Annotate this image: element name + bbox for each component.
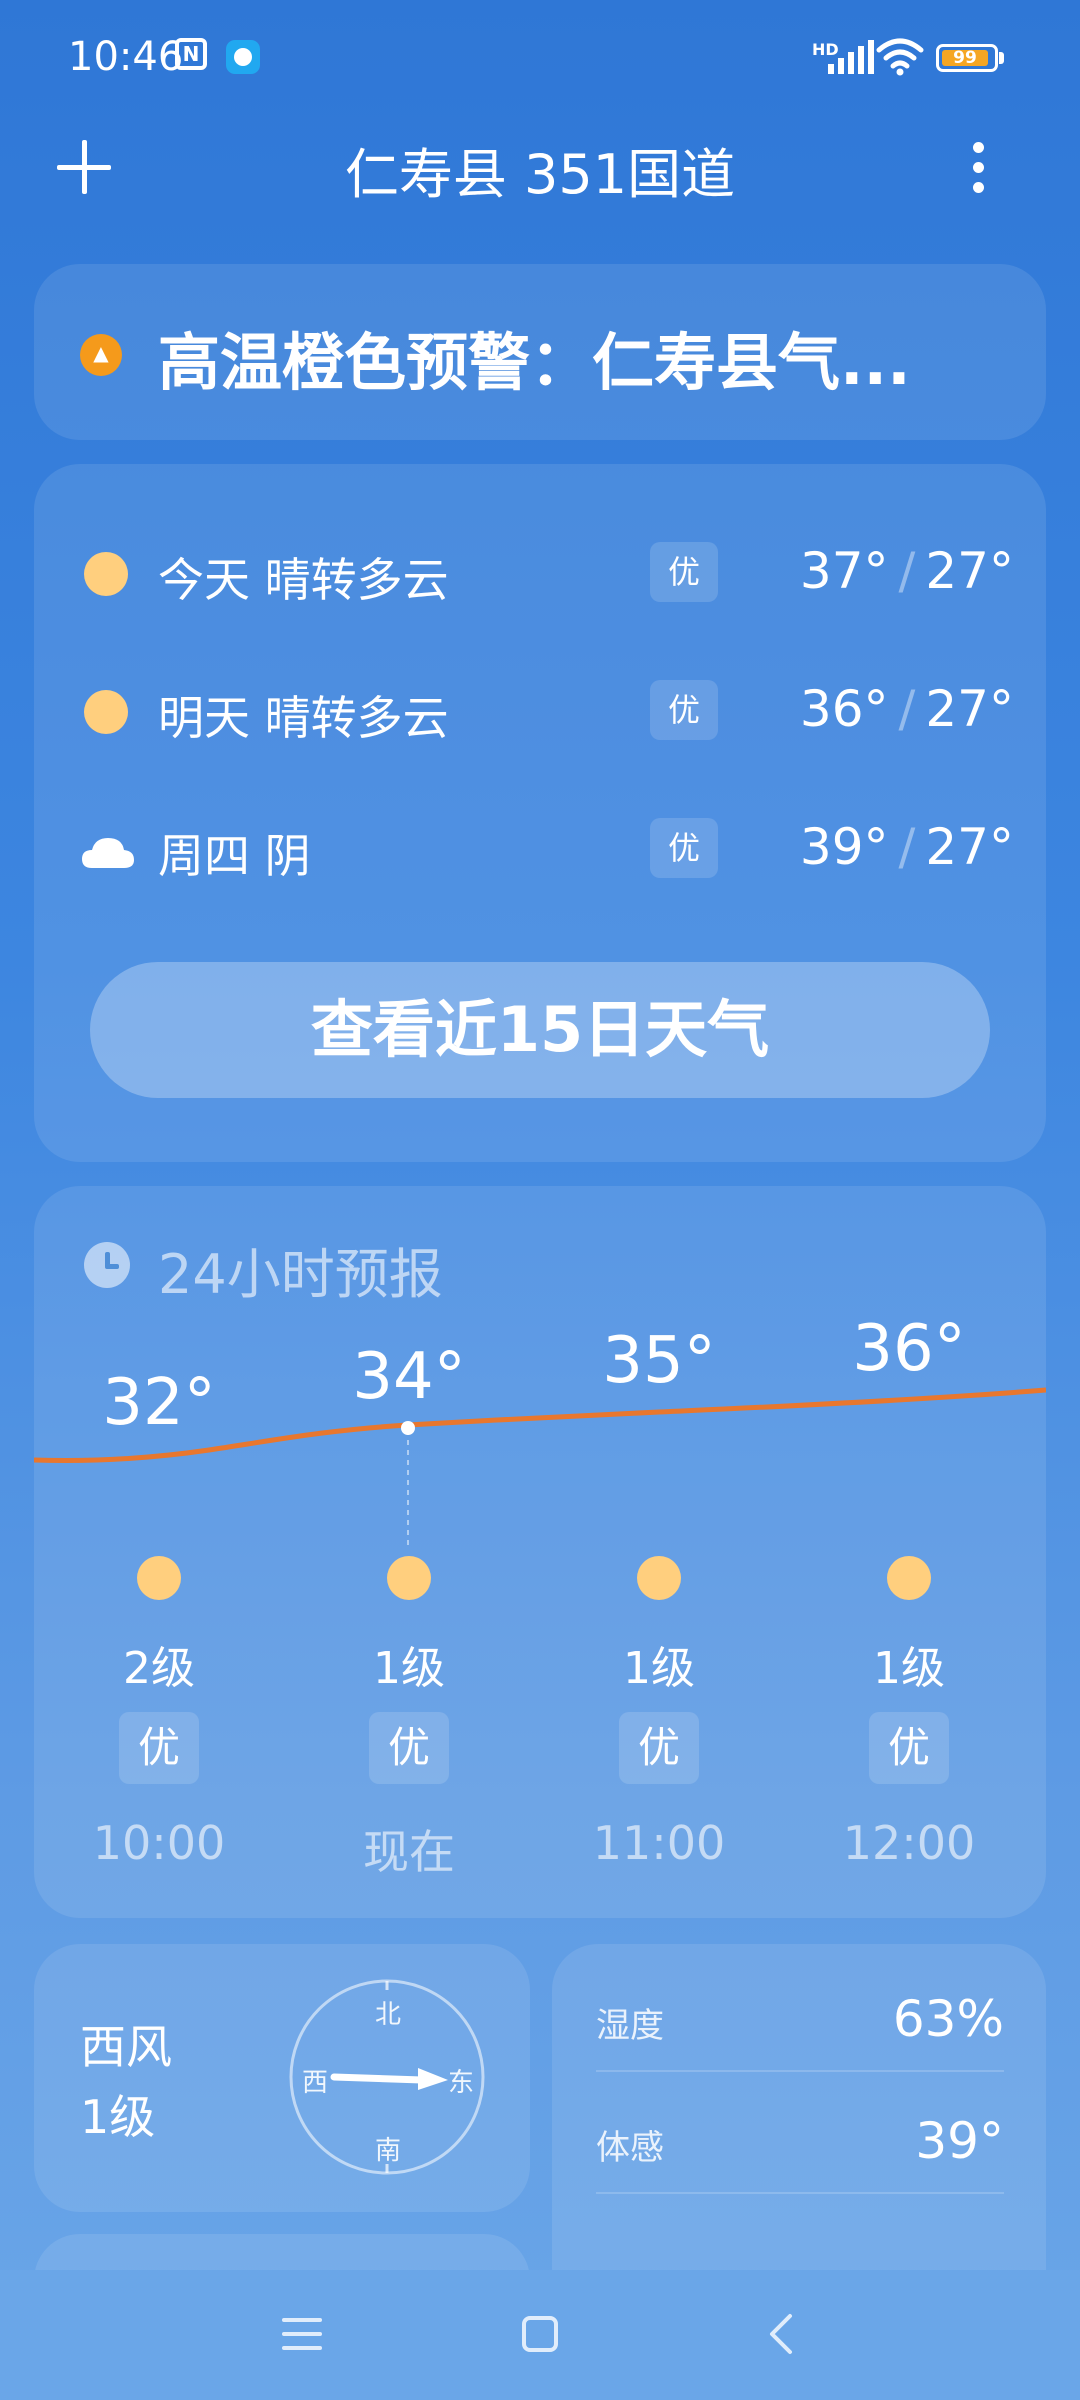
daily-row-thursday[interactable]: 周四 阴 优 39°/27°	[34, 808, 1046, 888]
aqi-badge: 优	[369, 1712, 449, 1784]
temp-low: 27°	[925, 542, 1014, 600]
temp-low: 27°	[925, 680, 1014, 738]
hour-time: 12:00	[842, 1816, 976, 1870]
compass-south: 南	[375, 2136, 402, 2166]
hour-wind: 1级	[873, 1643, 945, 1694]
day-temps: 37°/27°	[800, 542, 1014, 600]
notification-app-icon	[226, 40, 260, 74]
hour-time-col: 11:00	[534, 1816, 784, 1870]
hourly-title: 24小时预报	[158, 1243, 443, 1306]
hour-wind: 2级	[123, 1643, 195, 1694]
hour-temp-col: 32°	[34, 1366, 284, 1440]
compass: 北 南 西 东	[288, 1978, 486, 2176]
hour-time-col: 12:00	[784, 1816, 1034, 1870]
day-label: 周四 阴	[158, 829, 311, 883]
hour-temp: 32°	[102, 1366, 216, 1440]
daily-row-today[interactable]: 今天 晴转多云 优 37°/27°	[34, 532, 1046, 612]
hour-temp: 34°	[352, 1340, 466, 1414]
day-label: 今天 晴转多云	[158, 553, 449, 607]
detail-value: 39°	[915, 2112, 1004, 2170]
compass-north: 北	[375, 2000, 402, 2030]
hour-time: 10:00	[92, 1816, 226, 1870]
sun-icon	[84, 690, 128, 734]
aqi-badge: 优	[619, 1712, 699, 1784]
compass-west: 西	[302, 2068, 329, 2098]
battery-level: 99	[942, 50, 988, 67]
aqi-badge: 优	[650, 680, 718, 740]
hour-wind: 1级	[623, 1643, 695, 1694]
temp-high: 36°	[799, 680, 889, 738]
view-15-day-button[interactable]: 查看近15日天气	[90, 962, 990, 1098]
temp-high: 37°	[799, 542, 889, 600]
hour-wind-col: 1级	[784, 1632, 1034, 1696]
hour-wind-col: 1级	[284, 1632, 534, 1696]
hour-temp-col: 35°	[534, 1324, 784, 1398]
detail-label: 体感	[596, 2128, 664, 2168]
aqi-badge: 优	[869, 1712, 949, 1784]
more-vertical-icon[interactable]	[958, 138, 1002, 198]
temp-separator: /	[898, 818, 916, 876]
aqi-badge: 优	[650, 818, 718, 878]
hour-wind-col: 2级	[34, 1632, 284, 1696]
detail-label: 湿度	[596, 2006, 664, 2046]
battery-icon: 99	[936, 44, 998, 72]
day-temps: 36°/27°	[800, 680, 1014, 738]
aqi-badge: 优	[650, 542, 718, 602]
hour-time-col: 10:00	[34, 1816, 284, 1870]
detail-row-feels-like: 体感 39°	[596, 2084, 1004, 2194]
wind-direction: 西风	[80, 2020, 172, 2074]
alert-text[interactable]: 高温橙色预警：仁寿县气...	[158, 312, 978, 402]
sun-icon	[887, 1556, 931, 1600]
menu-icon[interactable]	[282, 2316, 322, 2352]
temp-high: 39°	[799, 818, 889, 876]
signal-icon	[828, 40, 874, 74]
home-icon[interactable]	[522, 2316, 558, 2352]
hour-temp: 35°	[602, 1324, 716, 1398]
temp-separator: /	[898, 542, 916, 600]
sun-icon	[84, 552, 128, 596]
hour-temp: 36°	[852, 1312, 966, 1386]
detail-row-humidity: 湿度 63%	[596, 1962, 1004, 2072]
divider	[596, 2192, 1004, 2194]
page-title: 仁寿县 351国道	[344, 143, 736, 206]
hour-wind-col: 1级	[534, 1632, 784, 1696]
sun-icon	[637, 1556, 681, 1600]
wind-level: 1级	[80, 2090, 156, 2144]
day-temps: 39°/27°	[800, 818, 1014, 876]
hour-time: 11:00	[592, 1816, 726, 1870]
compass-east: 东	[448, 2068, 475, 2098]
wind-text: 西风 1级	[80, 2012, 172, 2152]
nfc-icon: N	[175, 38, 207, 70]
hour-wind: 1级	[373, 1643, 445, 1694]
clock-icon	[84, 1242, 130, 1288]
alert-up-arrow-icon	[80, 334, 122, 376]
hour-time-col: 现在	[284, 1816, 534, 1882]
day-label: 明天 晴转多云	[158, 691, 449, 745]
divider	[596, 2070, 1004, 2072]
sun-icon	[387, 1556, 431, 1600]
temp-separator: /	[898, 680, 916, 738]
aqi-badge: 优	[119, 1712, 199, 1784]
daily-row-tomorrow[interactable]: 明天 晴转多云 优 36°/27°	[34, 670, 1046, 750]
back-icon[interactable]	[762, 2312, 802, 2356]
status-time: 10:46	[68, 34, 184, 80]
temp-low: 27°	[925, 818, 1014, 876]
hour-temp-col: 36°	[784, 1312, 1034, 1386]
wifi-icon	[876, 38, 924, 76]
hour-temp-col: 34°	[284, 1340, 534, 1414]
hour-time: 现在	[363, 1825, 455, 1879]
current-hour-marker	[401, 1421, 415, 1435]
detail-value: 63%	[892, 1990, 1004, 2048]
cloud-icon	[82, 838, 134, 868]
battery-cap	[999, 52, 1004, 64]
sun-icon	[137, 1556, 181, 1600]
